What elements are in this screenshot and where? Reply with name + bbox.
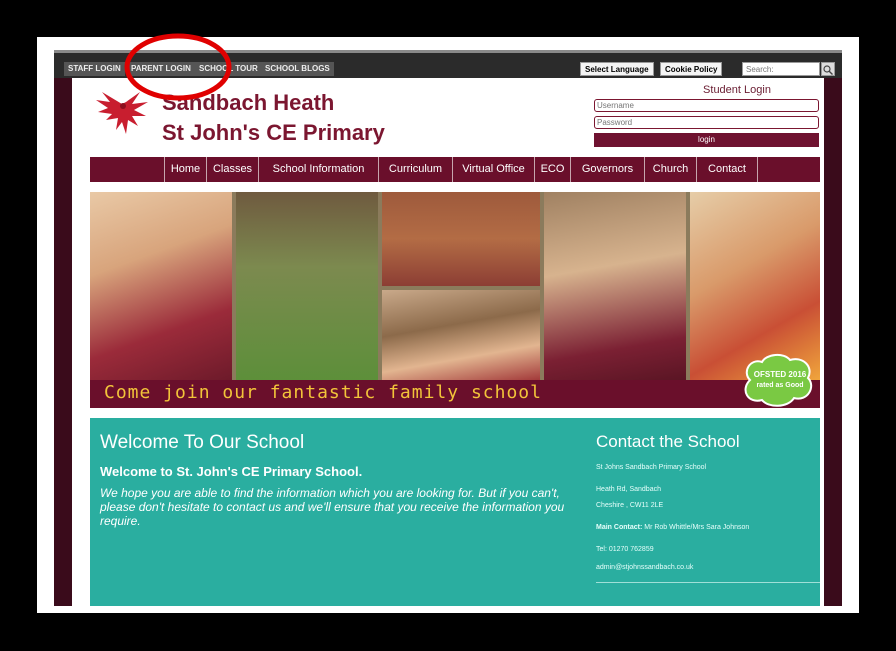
main-contact-label: Main Contact:	[596, 524, 643, 531]
eagle-logo-icon	[96, 92, 148, 134]
contact-heading: Contact the School	[596, 432, 740, 451]
ofsted-badge-icon	[744, 354, 813, 407]
page-content: Sandbach Heath St John's CE Primary Stud…	[72, 78, 824, 606]
photo-children-teddies	[382, 192, 540, 286]
contact-address-line-1: Heath Rd, Sandbach	[596, 486, 661, 493]
contact-school-name: St Johns Sandbach Primary School	[596, 464, 707, 471]
school-name-line-2: St John's CE Primary	[162, 120, 385, 145]
welcome-section: Welcome To Our School Welcome to St. Joh…	[90, 418, 820, 606]
nav-item-school-information[interactable]: School Information	[258, 157, 378, 182]
search-button[interactable]	[821, 62, 835, 76]
student-login-title: Student Login	[703, 84, 771, 96]
nav-item-home[interactable]: Home	[164, 157, 206, 182]
welcome-body-text: We hope you are able to find the informa…	[100, 486, 565, 528]
school-tour-link[interactable]: SCHOOL TOUR	[195, 62, 262, 76]
contact-main-contact: Main Contact: Mr Rob Whittle/Mrs Sara Jo…	[596, 524, 749, 531]
nav-item-eco[interactable]: ECO	[534, 157, 570, 182]
username-field[interactable]	[594, 99, 819, 112]
nav-item-contact[interactable]: Contact	[696, 157, 758, 182]
cookie-policy-link[interactable]: Cookie Policy	[660, 62, 723, 76]
hero-photo-collage: Come join our fantastic family school OF…	[90, 192, 820, 408]
photo-girl-reading	[90, 192, 232, 380]
nav-item-church[interactable]: Church	[644, 157, 696, 182]
login-button[interactable]: login	[594, 133, 819, 147]
ofsted-badge-title: OFSTED 2016	[753, 370, 807, 379]
parent-login-link[interactable]: PARENT LOGIN	[127, 62, 195, 76]
search-icon	[823, 65, 833, 75]
main-navigation: Home Classes School Information Curricul…	[90, 157, 820, 182]
nav-item-virtual-office[interactable]: Virtual Office	[452, 157, 534, 182]
nav-item-governors[interactable]: Governors	[570, 157, 644, 182]
top-utility-bar: STAFF LOGIN PARENT LOGIN SCHOOL TOUR SCH…	[54, 50, 842, 78]
photo-boy-rugby	[236, 192, 378, 380]
staff-login-link[interactable]: STAFF LOGIN	[64, 62, 125, 76]
contact-telephone[interactable]: Tel: 01270 762859	[596, 546, 654, 553]
photo-girl-banana	[544, 192, 686, 380]
password-field[interactable]	[594, 116, 819, 129]
welcome-subheading: Welcome to St. John's CE Primary School.	[100, 464, 363, 479]
nav-item-curriculum[interactable]: Curriculum	[378, 157, 452, 182]
ofsted-badge-rating: rated as Good	[756, 382, 804, 389]
search-input[interactable]	[742, 62, 820, 76]
contact-address-line-2: Cheshire , CW11 2LE	[596, 502, 664, 509]
nav-item-classes[interactable]: Classes	[206, 157, 258, 182]
school-name-line-1: Sandbach Heath	[162, 90, 335, 115]
browser-viewport: STAFF LOGIN PARENT LOGIN SCHOOL TOUR SCH…	[54, 50, 842, 606]
photo-boy-hat	[382, 290, 540, 380]
select-language-button[interactable]: Select Language	[580, 62, 654, 76]
hero-banner-text: Come join our fantastic family school	[104, 382, 542, 403]
main-contact-value: Mr Rob Whittle/Mrs Sara Johnson	[644, 524, 750, 531]
contact-email-link[interactable]: admin@stjohnssandbach.co.uk	[596, 564, 693, 571]
hero-banner: Come join our fantastic family school	[90, 380, 820, 408]
welcome-heading: Welcome To Our School	[100, 432, 305, 453]
contact-divider	[596, 582, 820, 583]
school-blogs-link[interactable]: SCHOOL BLOGS	[261, 62, 334, 76]
